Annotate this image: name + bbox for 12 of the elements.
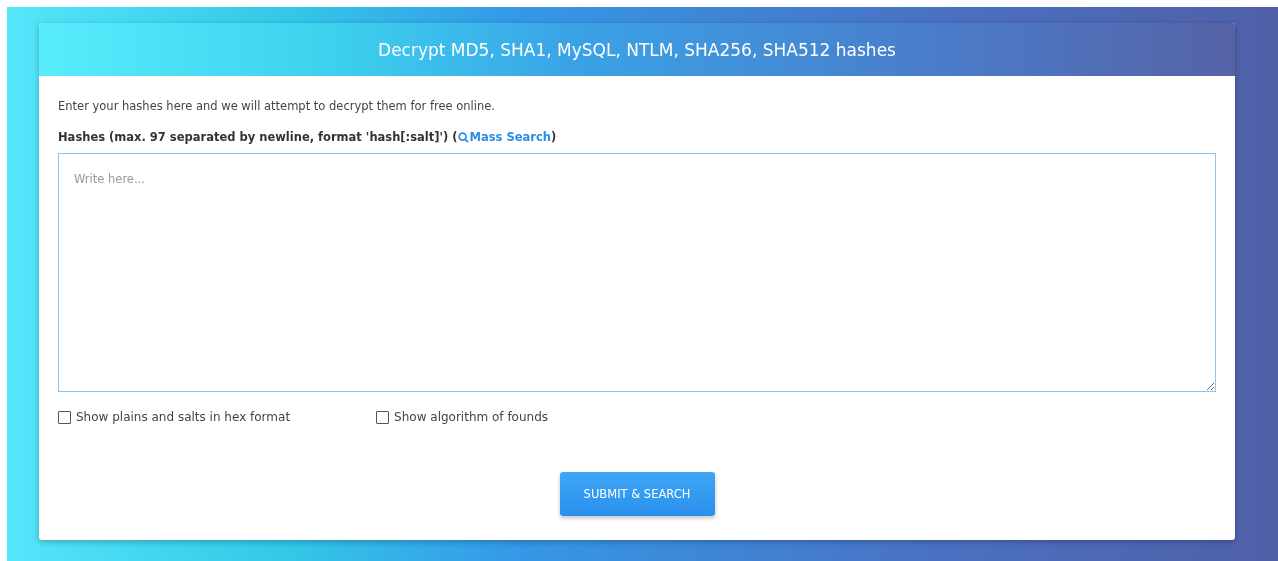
mass-search-link[interactable]: Mass Search	[457, 130, 551, 144]
page-title: Decrypt MD5, SHA1, MySQL, NTLM, SHA256, SHA512 hashes	[378, 39, 896, 60]
checkbox-label: Show algorithm of founds	[394, 410, 549, 424]
hashes-field[interactable]: Write here...	[58, 153, 1216, 392]
hashes-label-close: )	[551, 130, 557, 144]
checkbox-label: Show plains and salts in hex format	[76, 410, 291, 424]
submit-search-button[interactable]: SUBMIT & SEARCH	[559, 472, 715, 516]
intro-text: Enter your hashes here and we will attempt to decrypt them for free online.	[58, 99, 496, 113]
checkbox[interactable]	[376, 410, 390, 424]
checkbox[interactable]	[58, 410, 71, 424]
hashes-label: Hashes (max. 97 separated by newline, format 'hash[:salt]') (	[58, 130, 458, 144]
search-icon	[457, 131, 469, 143]
